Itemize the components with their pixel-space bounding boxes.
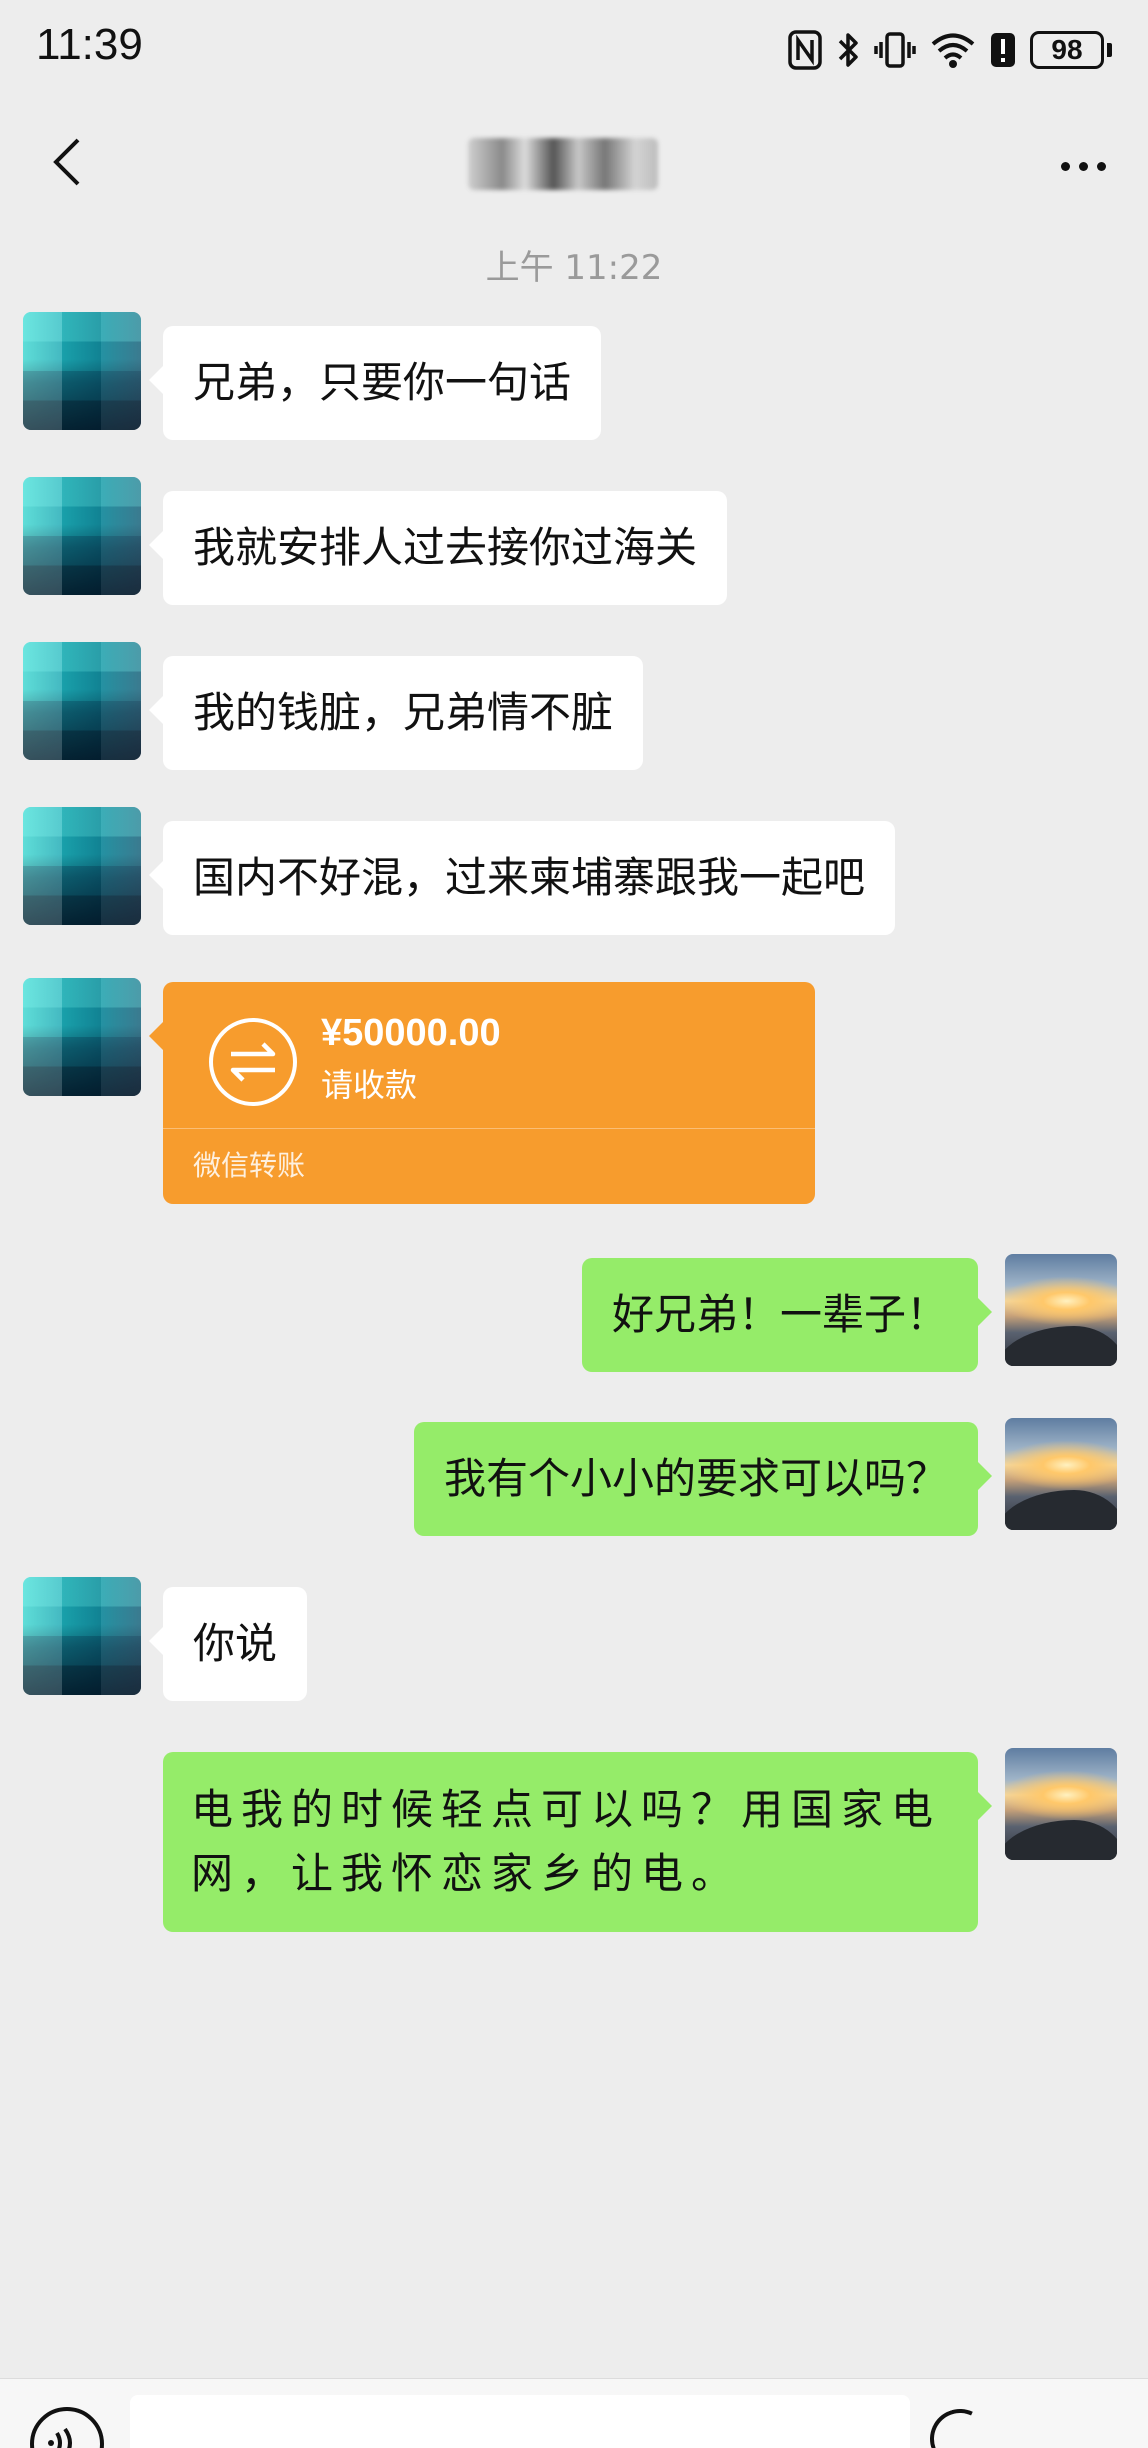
message-row: 你说: [0, 1577, 1148, 1717]
incoming-message[interactable]: 国内不好混，过来柬埔寨跟我一起吧: [148, 821, 896, 935]
outgoing-message[interactable]: 电我的时候轻点可以吗？用国家电网，让我怀恋家乡的电。: [163, 1752, 992, 1932]
contact-avatar[interactable]: [23, 477, 141, 595]
message-timestamp: 上午 11:22: [485, 248, 663, 288]
wifi-icon: [930, 30, 976, 70]
incoming-message[interactable]: 兄弟，只要你一句话: [148, 326, 602, 440]
message-row: 我的钱脏，兄弟情不脏: [0, 642, 1148, 782]
chat-title: 雷哥: [468, 138, 658, 190]
status-icons: 98: [788, 26, 1112, 74]
incoming-message[interactable]: 我的钱脏，兄弟情不脏: [148, 656, 644, 770]
contact-avatar[interactable]: [23, 978, 141, 1096]
vibrate-icon: [874, 30, 916, 70]
bluetooth-icon: [836, 30, 860, 70]
transfer-footer: 微信转账: [193, 1149, 306, 1182]
message-row: 我有个小小的要求可以吗？: [0, 1418, 1148, 1558]
chat-screen: 11:39 98 雷哥: [0, 0, 1148, 2448]
outgoing-message[interactable]: 好兄弟！一辈子！: [581, 1258, 993, 1372]
user-avatar[interactable]: [1005, 1748, 1117, 1860]
transfer-arrows-icon: [209, 1018, 297, 1106]
message-row: 兄弟，只要你一句话: [0, 312, 1148, 452]
user-avatar[interactable]: [1005, 1418, 1117, 1530]
status-time: 11:39: [36, 20, 143, 69]
back-button[interactable]: [36, 132, 96, 192]
alert-icon: [990, 30, 1016, 70]
message-input[interactable]: [130, 2395, 910, 2448]
message-row: 电我的时候轻点可以吗？用国家电网，让我怀恋家乡的电。: [0, 1746, 1148, 1966]
wechat-transfer-card[interactable]: ¥50000.00 请收款 微信转账: [149, 982, 815, 1204]
battery-level: 98: [1030, 31, 1104, 69]
contact-avatar[interactable]: [23, 312, 141, 430]
transfer-amount: ¥50000.00: [321, 1012, 501, 1054]
more-horizontal-icon: [1060, 161, 1070, 171]
incoming-message[interactable]: 我就安排人过去接你过海关: [148, 491, 728, 605]
chat-input-bar: [0, 2378, 1148, 2448]
transfer-note: 请收款: [321, 1066, 418, 1104]
voice-icon: [48, 2427, 72, 2448]
divider: [163, 1128, 815, 1129]
chevron-left-icon: [53, 138, 80, 186]
contact-avatar[interactable]: [23, 642, 141, 760]
incoming-message[interactable]: 你说: [148, 1587, 308, 1701]
outgoing-message[interactable]: 我有个小小的要求可以吗？: [413, 1422, 993, 1536]
emoji-icon[interactable]: [921, 2400, 999, 2448]
contact-avatar[interactable]: [23, 807, 141, 925]
voice-button[interactable]: [30, 2407, 104, 2448]
more-button[interactable]: [1048, 136, 1118, 196]
nfc-icon: [788, 30, 822, 70]
message-row: 国内不好混，过来柬埔寨跟我一起吧: [0, 807, 1148, 947]
user-avatar[interactable]: [1005, 1254, 1117, 1366]
contact-avatar[interactable]: [23, 1577, 141, 1695]
battery-icon: 98: [1030, 31, 1112, 69]
message-row: 好兄弟！一辈子！: [0, 1254, 1148, 1394]
status-bar: 11:39 98: [0, 0, 1148, 100]
chat-header: 雷哥: [0, 110, 1148, 220]
message-row: 我就安排人过去接你过海关: [0, 477, 1148, 617]
